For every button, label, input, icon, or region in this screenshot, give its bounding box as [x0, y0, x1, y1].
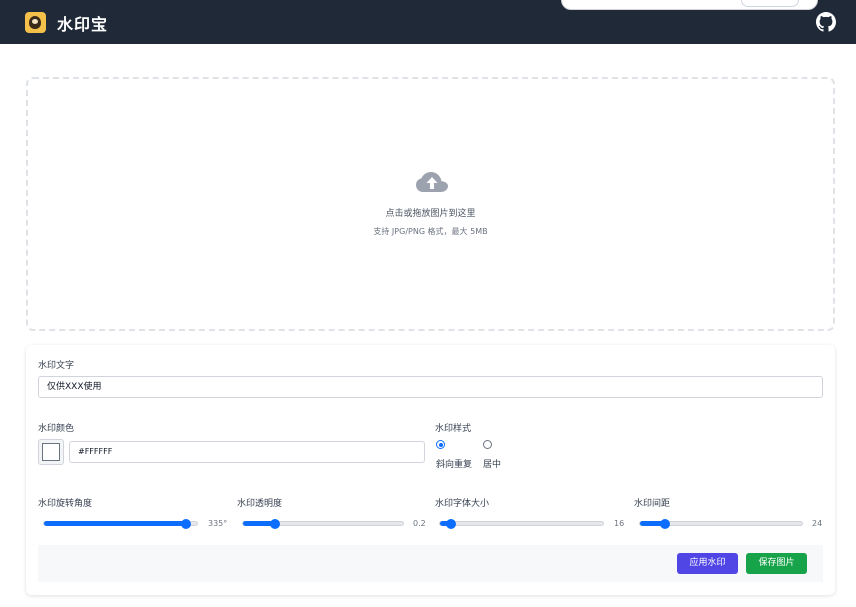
github-icon[interactable] — [816, 12, 836, 32]
style-option-diagonal: 斜向重复 — [436, 460, 473, 470]
app-title: 水印宝 — [57, 15, 109, 34]
rotation-slider[interactable] — [43, 519, 198, 529]
style-option-center: 居中 — [483, 460, 502, 470]
font-size-value: 16 — [614, 519, 625, 528]
action-bar: 应用水印 保存图片 — [38, 545, 823, 582]
watermark-text-input[interactable]: 仅供XXX使用 — [38, 376, 823, 398]
style-radio-diagonal[interactable] — [436, 440, 445, 449]
opacity-label: 水印透明度 — [237, 499, 283, 509]
upload-hint: 支持 JPG/PNG 格式，最大 5MB — [373, 227, 488, 236]
apply-watermark-button[interactable]: 应用水印 — [677, 553, 738, 574]
cloud-upload-icon — [416, 172, 448, 192]
rotation-slider-fill — [44, 521, 187, 526]
upload-prompt: 点击或拖放图片到这里 — [385, 209, 476, 219]
font-size-label: 水印字体大小 — [435, 499, 490, 509]
watermark-style-label: 水印样式 — [435, 424, 472, 434]
spacing-slider[interactable] — [639, 519, 803, 529]
app-logo-icon — [25, 12, 46, 33]
floating-toolbar-button[interactable] — [741, 0, 799, 7]
font-size-slider[interactable] — [439, 519, 604, 529]
floating-toolbar — [561, 0, 818, 10]
opacity-slider[interactable] — [242, 519, 404, 529]
top-navbar: 水印宝 — [0, 0, 856, 44]
rotation-label: 水印旋转角度 — [38, 499, 93, 509]
save-image-button[interactable]: 保存图片 — [746, 553, 807, 574]
watermark-settings-panel: 水印文字 仅供XXX使用 水印颜色 #FFFFFF 水印样式 斜向重复 居中 水… — [26, 345, 835, 595]
spacing-value: 24 — [812, 519, 823, 528]
opacity-value: 0.2 — [413, 519, 426, 528]
color-swatch — [42, 443, 60, 461]
image-dropzone[interactable]: 点击或拖放图片到这里 支持 JPG/PNG 格式，最大 5MB — [26, 77, 835, 331]
color-hex-input[interactable]: #FFFFFF — [69, 441, 425, 463]
spacing-slider-thumb[interactable] — [660, 519, 671, 529]
color-picker[interactable] — [38, 439, 64, 465]
style-radio-center[interactable] — [483, 440, 492, 449]
font-size-slider-thumb[interactable] — [445, 519, 456, 529]
opacity-slider-thumb[interactable] — [270, 519, 280, 529]
watermark-color-label: 水印颜色 — [38, 424, 75, 434]
rotation-slider-thumb[interactable] — [181, 519, 192, 529]
spacing-label: 水印间距 — [634, 499, 671, 509]
rotation-value: 335° — [208, 519, 228, 528]
watermark-text-label: 水印文字 — [38, 361, 75, 371]
